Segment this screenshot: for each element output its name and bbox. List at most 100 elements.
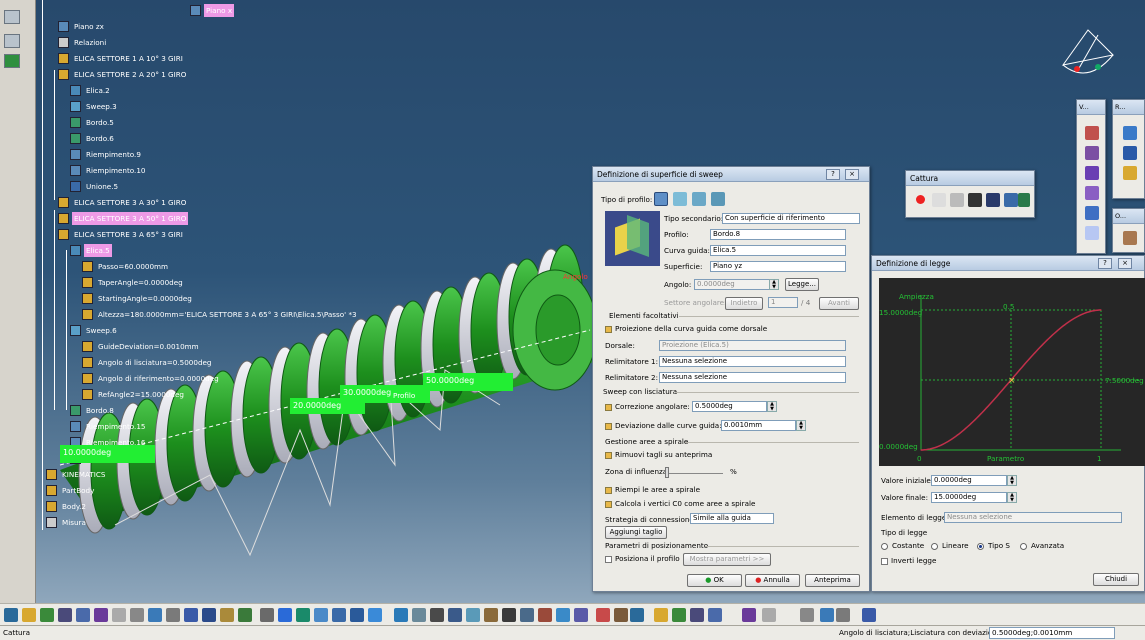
tree-node[interactable]: Bordo.5 — [70, 116, 116, 129]
toolbar-tool-icon[interactable] — [314, 608, 328, 622]
profile-type-explicit-icon[interactable] — [654, 192, 668, 206]
toolbar-tool-icon[interactable] — [238, 608, 252, 622]
tipo-secondario-select[interactable]: Con superficie di riferimento — [722, 213, 860, 224]
toolbar-tool-icon[interactable] — [596, 608, 610, 622]
tree-node[interactable]: Body.2 — [46, 500, 88, 513]
correzione-spinner[interactable]: ▲ ▼ — [767, 401, 777, 412]
toolbar-tool-icon[interactable] — [394, 608, 408, 622]
3d-viewport[interactable]: Piano x Piano zx Relazioni ELICA SETTORE 1 … — [0, 0, 1145, 603]
tree-node[interactable]: TaperAngle=0.0000deg — [82, 276, 185, 289]
legge-button[interactable]: Legge... — [785, 278, 819, 291]
correzione-checkbox[interactable] — [605, 404, 612, 411]
tree-node[interactable]: ELICA SETTORE 3 A 30° 1 GIRO — [58, 196, 188, 209]
chiudi-button[interactable]: Chiudi — [1093, 573, 1139, 586]
tree-node[interactable]: Elica.2 — [70, 84, 112, 97]
valore-iniziale-field[interactable]: 0.0000deg — [931, 475, 1007, 486]
tree-node[interactable]: ELICA SETTORE 3 A 65° 3 GIRI — [58, 228, 185, 241]
profile-type-conic-icon[interactable] — [711, 192, 725, 206]
valore-finale-field[interactable]: 15.0000deg — [931, 492, 1007, 503]
zona-influenza-slider[interactable] — [665, 473, 723, 474]
legge-close-button[interactable]: × — [1118, 258, 1132, 269]
posiziona-profilo-checkbox[interactable] — [605, 556, 612, 563]
toolbar-tool-icon[interactable] — [368, 608, 382, 622]
costante-radio[interactable] — [881, 543, 888, 550]
elemento-legge-field[interactable]: Nessuna selezione — [944, 512, 1122, 523]
riempi-aree-checkbox[interactable] — [605, 487, 612, 494]
toolbar-tool-icon[interactable] — [614, 608, 628, 622]
toolbar-tool-icon[interactable] — [166, 608, 180, 622]
tree-node[interactable]: Riempimento.10 — [70, 164, 147, 177]
extrude-tool-icon[interactable] — [1085, 146, 1099, 160]
album-icon[interactable] — [968, 193, 982, 207]
tree-node[interactable]: Passo=60.0000mm — [82, 260, 170, 273]
toolbar-tool-icon[interactable] — [520, 608, 534, 622]
toolbar-tool-icon[interactable] — [278, 608, 292, 622]
inverti-legge-checkbox[interactable] — [881, 558, 888, 565]
toolbar-tool-icon[interactable] — [630, 608, 644, 622]
image-icon[interactable] — [1004, 193, 1018, 207]
relim2-field[interactable]: Nessuna selezione — [659, 372, 846, 383]
settore-field[interactable]: 1 — [768, 297, 798, 308]
toolbar-tool-icon[interactable] — [76, 608, 90, 622]
tree-node[interactable]: Unione.5 — [70, 180, 120, 193]
surface-tool-icon[interactable] — [1085, 166, 1099, 180]
toolbar-tool-icon[interactable] — [742, 608, 756, 622]
settings-tool-icon[interactable] — [1123, 166, 1137, 180]
anteprima-button[interactable]: Anteprima — [805, 574, 860, 587]
avanzata-radio[interactable] — [1020, 543, 1027, 550]
tipo-s-radio[interactable] — [977, 543, 984, 550]
toolbar-tool-icon[interactable] — [332, 608, 346, 622]
curva-guida-field[interactable]: Elica.5 — [710, 245, 846, 256]
toolbar-tool-icon[interactable] — [800, 608, 814, 622]
capture-icon[interactable] — [950, 193, 964, 207]
tree-node[interactable]: KINEMATICS — [46, 468, 107, 481]
toolbar-tool-icon[interactable] — [466, 608, 480, 622]
angolo-field[interactable]: 0.0000deg — [694, 279, 770, 290]
lineare-radio[interactable] — [931, 543, 938, 550]
tree-node[interactable]: ELICA SETTORE 1 A 10° 3 GIRI — [58, 52, 185, 65]
toolbar-tool-icon[interactable] — [654, 608, 668, 622]
options-icon[interactable] — [986, 193, 1000, 207]
record-icon[interactable] — [916, 195, 925, 204]
tree-node[interactable]: Altezza=180.0000mm='ELICA SETTORE 3 A 65… — [82, 308, 359, 321]
select-icon[interactable] — [932, 193, 946, 207]
deviazione-spinner[interactable]: ▲ ▼ — [796, 420, 806, 431]
tree-node[interactable]: Bordo.8 — [70, 404, 116, 417]
tree-node[interactable]: RefAngle2=15.0000deg — [82, 388, 186, 401]
tree-node[interactable]: Sweep.3 — [70, 100, 119, 113]
angolo-spinner[interactable]: ▲ ▼ — [769, 279, 779, 290]
toolbar-tool-icon[interactable] — [820, 608, 834, 622]
tree-node[interactable]: PartBody — [46, 484, 96, 497]
toolbar-tool-icon[interactable] — [484, 608, 498, 622]
profilo-field[interactable]: Bordo.8 — [710, 229, 846, 240]
toolbar-tool-icon[interactable] — [762, 608, 776, 622]
eraser-tool-icon[interactable] — [1085, 226, 1099, 240]
tree-node[interactable]: Elica.5 — [70, 244, 112, 257]
legge-help-button[interactable]: ? — [1098, 258, 1112, 269]
toolbar-tool-icon[interactable] — [22, 608, 36, 622]
valore-finale-spinner[interactable]: ▲ ▼ — [1007, 492, 1017, 503]
valore-iniziale-spinner[interactable]: ▲ ▼ — [1007, 475, 1017, 486]
mostra-parametri-button[interactable]: Mostra parametri >> — [683, 553, 771, 566]
chart-icon[interactable] — [1018, 193, 1030, 207]
toolbar-tool-icon[interactable] — [184, 608, 198, 622]
toolbar-tool-icon[interactable] — [296, 608, 310, 622]
profile-type-line-icon[interactable] — [673, 192, 687, 206]
toolbar-tool-icon[interactable] — [220, 608, 234, 622]
toolbar-tool-icon[interactable] — [862, 608, 876, 622]
tree-node[interactable]: ELICA SETTORE 2 A 20° 1 GIRO — [58, 68, 188, 81]
tree-node[interactable]: StartingAngle=0.0000deg — [82, 292, 194, 305]
toolbar-tool-icon[interactable] — [130, 608, 144, 622]
sweep-help-button[interactable]: ? — [826, 169, 840, 180]
grid-tool-icon[interactable] — [1123, 146, 1137, 160]
toolbar-tool-icon[interactable] — [708, 608, 722, 622]
calcola-vertici-checkbox[interactable] — [605, 501, 612, 508]
toolbar-tool-icon[interactable] — [574, 608, 588, 622]
tree-node[interactable]: Riempimento.15 — [70, 420, 147, 433]
workbench-icon[interactable] — [4, 54, 20, 68]
superficie-field[interactable]: Piano yz — [710, 261, 846, 272]
toolbar-tool-icon[interactable] — [448, 608, 462, 622]
aggiungi-taglio-button[interactable]: Aggiungi taglio — [605, 526, 667, 539]
ok-button[interactable]: ● OK — [687, 574, 742, 587]
tree-node[interactable]: Bordo.6 — [70, 132, 116, 145]
